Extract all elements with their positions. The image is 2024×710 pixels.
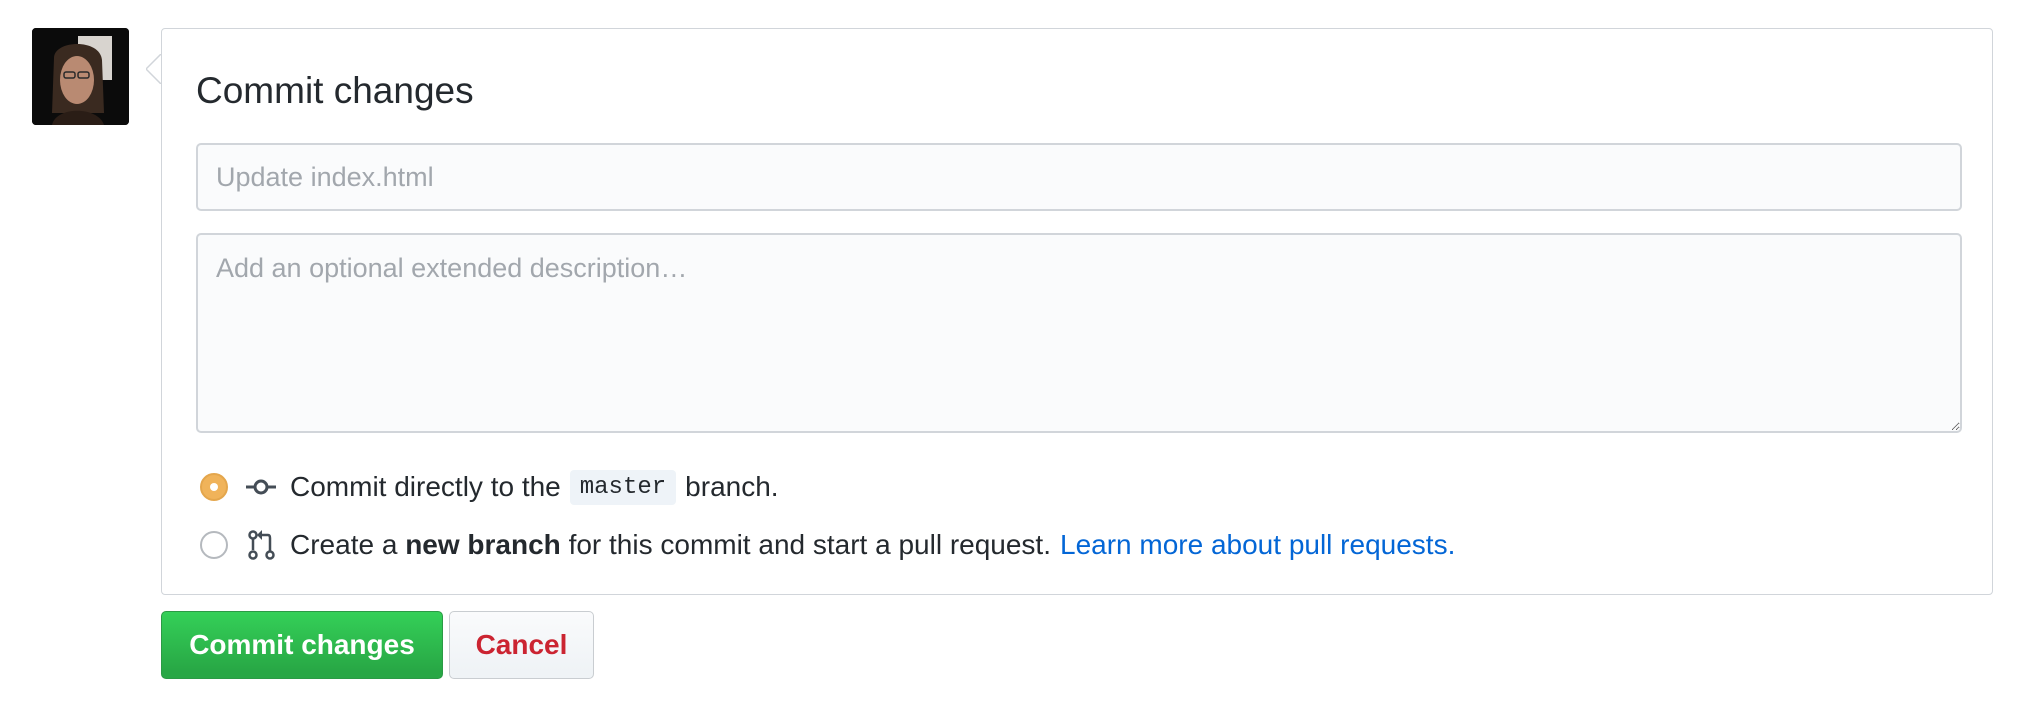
new-branch-option[interactable]: Create a new branch for this commit and … <box>200 525 1455 565</box>
git-commit-icon <box>246 479 276 495</box>
commit-changes-button[interactable]: Commit changes <box>161 611 443 679</box>
new-branch-prefix: Create a <box>290 529 398 560</box>
commit-direct-prefix: Commit directly to the <box>290 471 561 502</box>
branch-name-badge: master <box>569 469 677 505</box>
commit-form-panel: Commit changes Commit directly to the ma… <box>161 28 1993 595</box>
new-branch-radio[interactable] <box>200 531 228 559</box>
new-branch-emphasis: new branch <box>405 529 561 560</box>
pull-requests-help-link[interactable]: Learn more about pull requests. <box>1060 529 1455 561</box>
commit-form-title: Commit changes <box>196 70 474 111</box>
commit-direct-suffix: branch. <box>685 471 779 502</box>
user-avatar[interactable] <box>32 28 129 125</box>
commit-summary-input[interactable] <box>196 143 1962 211</box>
avatar-image <box>32 28 129 125</box>
new-branch-suffix: for this commit and start a pull request… <box>568 529 1051 560</box>
commit-direct-option[interactable]: Commit directly to the master branch. <box>200 467 779 507</box>
commit-direct-radio[interactable] <box>200 473 228 501</box>
cancel-button[interactable]: Cancel <box>449 611 594 679</box>
commit-description-input[interactable] <box>196 233 1962 433</box>
git-pull-request-icon <box>248 530 275 560</box>
